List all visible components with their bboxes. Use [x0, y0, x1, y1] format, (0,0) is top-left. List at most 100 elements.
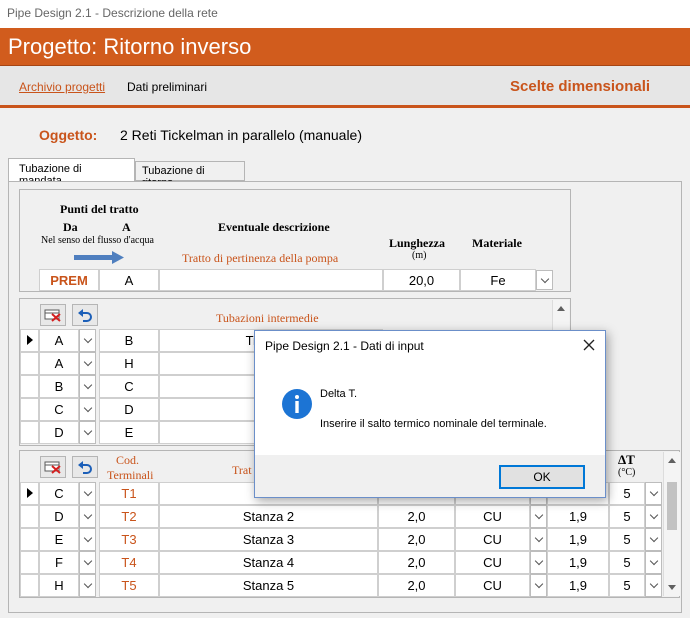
- undo-button[interactable]: [72, 304, 98, 326]
- undo-terminal-button[interactable]: [72, 456, 98, 478]
- int-row-da-dropdown[interactable]: [79, 375, 96, 398]
- term-row-delta-t-dropdown[interactable]: [645, 574, 662, 597]
- close-icon[interactable]: [583, 339, 595, 351]
- term-row-delta-t[interactable]: 5: [609, 528, 645, 551]
- term-row-da[interactable]: D: [39, 505, 79, 528]
- int-row-da-dropdown[interactable]: [79, 421, 96, 444]
- row-selector[interactable]: [20, 375, 39, 398]
- int-row-da-dropdown[interactable]: [79, 329, 96, 352]
- archivio-progetti-link[interactable]: Archivio progetti: [19, 80, 105, 94]
- term-row-code[interactable]: T3: [99, 528, 159, 551]
- term-row-delta-t-dropdown[interactable]: [645, 505, 662, 528]
- pump-row-description[interactable]: [159, 269, 383, 291]
- int-row-da[interactable]: D: [39, 421, 79, 444]
- term-row-code[interactable]: T2: [99, 505, 159, 528]
- int-row-da[interactable]: A: [39, 329, 79, 352]
- term-row-da-dropdown[interactable]: [79, 505, 96, 528]
- term-row-name[interactable]: Stanza 5: [159, 574, 378, 597]
- term-row-name[interactable]: Stanza 2: [159, 505, 378, 528]
- undo-icon: [78, 309, 92, 322]
- int-row-a[interactable]: C: [99, 375, 159, 398]
- term-row-value[interactable]: 1,9: [547, 528, 609, 551]
- a-header: A: [122, 220, 131, 234]
- term-row-da[interactable]: F: [39, 551, 79, 574]
- scrollbar-thumb[interactable]: [667, 482, 677, 530]
- int-row-da[interactable]: A: [39, 352, 79, 375]
- row-selector[interactable]: [20, 528, 39, 551]
- term-row-code[interactable]: T1: [99, 482, 159, 505]
- tab-mandata[interactable]: Tubazione di mandata: [8, 158, 135, 187]
- material-dropdown-button[interactable]: [536, 270, 553, 290]
- terminals-scrollbar[interactable]: [663, 452, 680, 596]
- int-row-a[interactable]: E: [99, 421, 159, 444]
- term-row-material[interactable]: CU: [455, 574, 530, 597]
- term-row-code[interactable]: T4: [99, 551, 159, 574]
- window-title: Pipe Design 2.1 - Descrizione della rete: [0, 0, 690, 28]
- term-row-value[interactable]: 1,9: [547, 505, 609, 528]
- term-row-value[interactable]: 1,9: [547, 574, 609, 597]
- row-selector[interactable]: [20, 329, 39, 352]
- term-row-material-dropdown[interactable]: [530, 528, 547, 551]
- delete-row-button[interactable]: [40, 304, 66, 326]
- term-row-delta-t[interactable]: 5: [609, 482, 645, 505]
- term-row-da-dropdown[interactable]: [79, 482, 96, 505]
- chevron-down-icon: [534, 510, 543, 520]
- int-row-da-dropdown[interactable]: [79, 352, 96, 375]
- term-row-name[interactable]: Stanza 3: [159, 528, 378, 551]
- int-row-da[interactable]: B: [39, 375, 79, 398]
- term-row-material-dropdown[interactable]: [530, 551, 547, 574]
- term-row-length[interactable]: 2,0: [378, 551, 455, 574]
- term-row-material[interactable]: CU: [455, 551, 530, 574]
- term-row-delta-t[interactable]: 5: [609, 574, 645, 597]
- intermediate-title: Tubazioni intermedie: [216, 311, 319, 325]
- chevron-down-icon: [83, 334, 92, 344]
- int-row-a[interactable]: H: [99, 352, 159, 375]
- term-row-da-dropdown[interactable]: [79, 574, 96, 597]
- chevron-down-icon: [83, 403, 92, 413]
- term-row-length[interactable]: 2,0: [378, 505, 455, 528]
- term-row-delta-t-dropdown[interactable]: [645, 482, 662, 505]
- scroll-up-icon: [557, 306, 565, 311]
- row-selector[interactable]: [20, 551, 39, 574]
- chevron-down-icon: [649, 487, 658, 497]
- term-row-name[interactable]: Stanza 4: [159, 551, 378, 574]
- int-row-a[interactable]: D: [99, 398, 159, 421]
- term-row-da[interactable]: C: [39, 482, 79, 505]
- pump-row-a[interactable]: A: [99, 269, 159, 291]
- int-row-da[interactable]: C: [39, 398, 79, 421]
- int-row-a[interactable]: B: [99, 329, 159, 352]
- term-row-material-dropdown[interactable]: [530, 574, 547, 597]
- term-row-material[interactable]: CU: [455, 528, 530, 551]
- term-row-length[interactable]: 2,0: [378, 528, 455, 551]
- pump-row-length[interactable]: 20,0: [383, 269, 460, 291]
- row-selector[interactable]: [20, 482, 39, 505]
- term-row-delta-t-dropdown[interactable]: [645, 551, 662, 574]
- delete-terminal-button[interactable]: [40, 456, 66, 478]
- term-row-code[interactable]: T5: [99, 574, 159, 597]
- term-row-da-dropdown[interactable]: [79, 551, 96, 574]
- ok-button[interactable]: OK: [499, 465, 585, 489]
- term-row-delta-t-dropdown[interactable]: [645, 528, 662, 551]
- row-selector[interactable]: [20, 574, 39, 597]
- punti-header: Punti del tratto: [60, 202, 139, 216]
- term-row-material[interactable]: CU: [455, 505, 530, 528]
- term-row-da[interactable]: E: [39, 528, 79, 551]
- term-row-da-dropdown[interactable]: [79, 528, 96, 551]
- dati-preliminari-link[interactable]: Dati preliminari: [127, 80, 207, 94]
- int-row-da-dropdown[interactable]: [79, 398, 96, 421]
- row-selector[interactable]: [20, 505, 39, 528]
- term-row-length[interactable]: 2,0: [378, 574, 455, 597]
- term-row-delta-t[interactable]: 5: [609, 551, 645, 574]
- row-selector[interactable]: [20, 352, 39, 375]
- term-row-material-dropdown[interactable]: [530, 505, 547, 528]
- scelte-dimensionali-link[interactable]: Scelte dimensionali: [510, 78, 650, 95]
- pump-row-da[interactable]: PREM: [39, 269, 99, 291]
- term-row-da[interactable]: H: [39, 574, 79, 597]
- row-selector[interactable]: [20, 398, 39, 421]
- term-row-value[interactable]: 1,9: [547, 551, 609, 574]
- term-row-delta-t[interactable]: 5: [609, 505, 645, 528]
- row-selector[interactable]: [20, 421, 39, 444]
- tab-ritorno[interactable]: Tubazione di ritorno: [135, 161, 245, 189]
- pump-row-material[interactable]: Fe: [460, 269, 536, 291]
- dialog-message: Inserire il salto termico nominale del t…: [320, 418, 547, 430]
